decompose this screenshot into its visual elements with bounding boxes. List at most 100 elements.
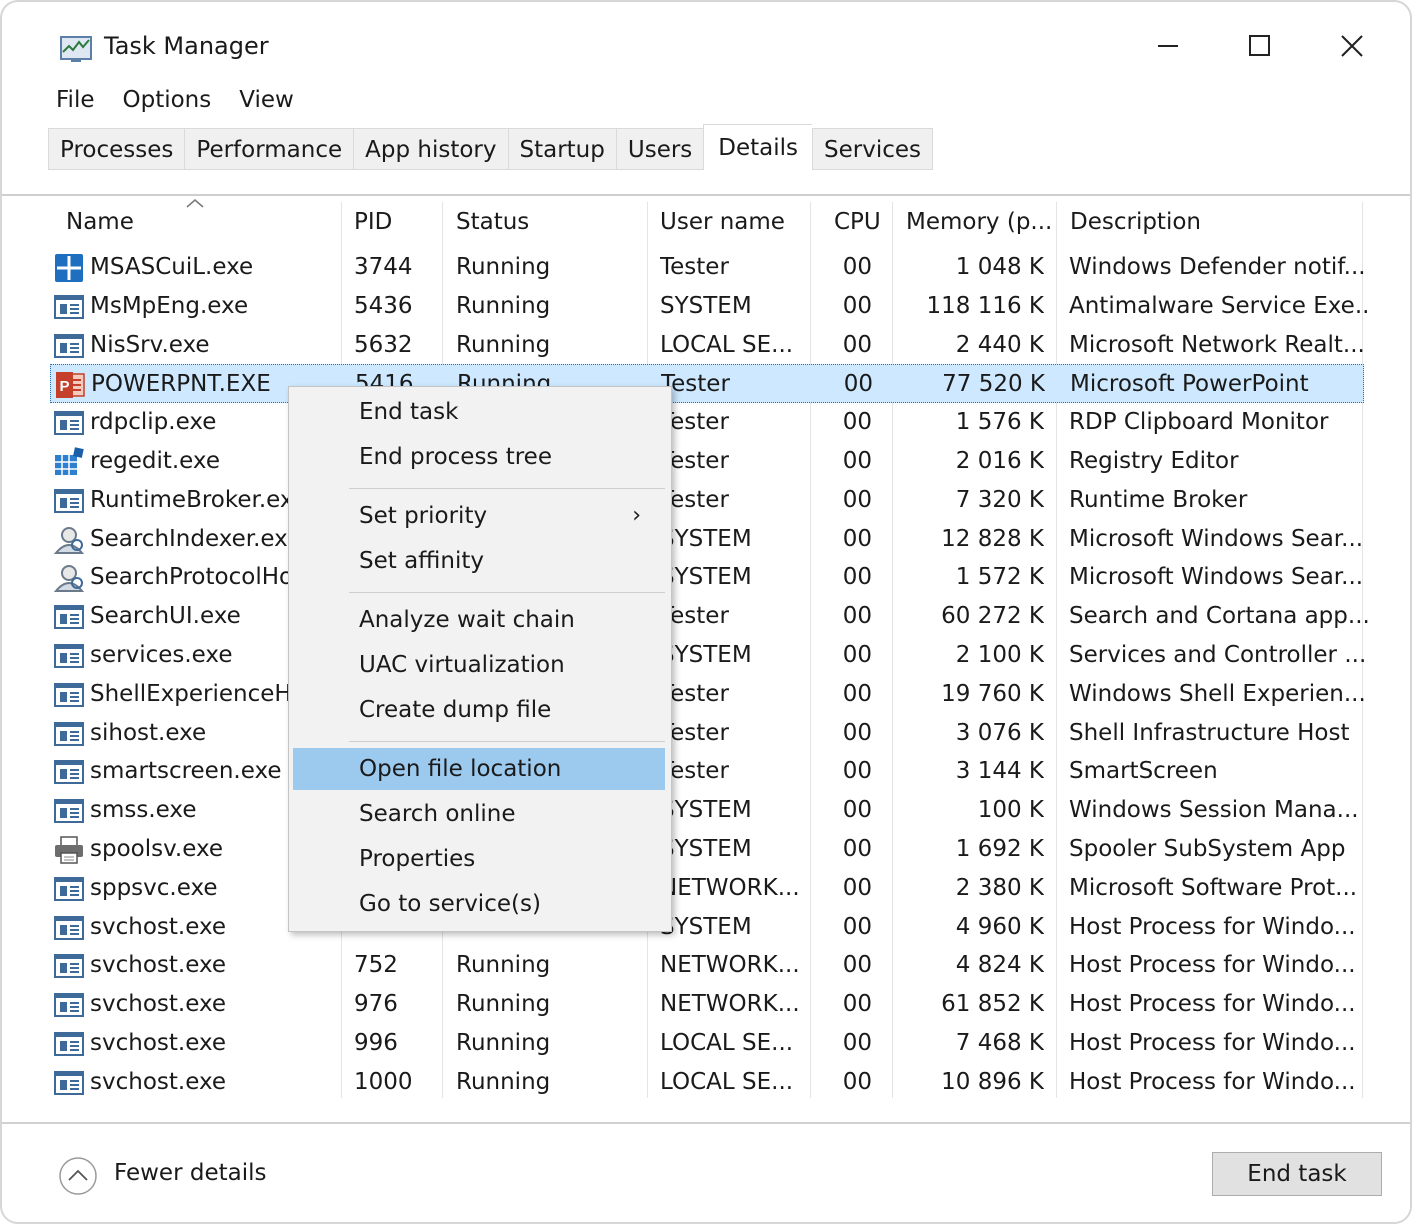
table-row[interactable]: svchost.exe 1000 Running LOCAL SE... 00 10 89…	[50, 1063, 1364, 1102]
minimize-button[interactable]	[1138, 24, 1198, 70]
process-description: Host Process for Windo...	[1069, 952, 1356, 979]
process-description: Host Process for Windo...	[1069, 991, 1356, 1018]
table-row[interactable]: sihost.exe Tester 00 3 076 K Shell Infrastru…	[50, 714, 1364, 753]
table-row[interactable]: SearchUI.exe Tester 00 60 272 K Search and C…	[50, 597, 1369, 636]
column-header-cpu[interactable]: CPU	[834, 202, 881, 242]
context-menu-properties[interactable]: Properties	[293, 838, 665, 880]
tab-startup[interactable]: Startup	[507, 128, 616, 170]
context-menu-label: Search online	[359, 801, 516, 827]
process-pid: 5436	[354, 292, 413, 319]
column-header-description[interactable]: Description	[1070, 202, 1201, 242]
context-menu-uac-virtualization[interactable]: UAC virtualization	[293, 644, 665, 686]
table-row[interactable]: svchost.exe SYSTEM 00 4 960 K Host Process f…	[50, 908, 1364, 947]
process-cpu: 00	[842, 448, 872, 474]
context-menu-label: Open file location	[359, 756, 562, 782]
context-menu-set-affinity[interactable]: Set affinity	[293, 540, 665, 582]
svg-text:P: P	[59, 378, 69, 395]
menu-options[interactable]: Options	[109, 82, 226, 118]
table-row[interactable]: svchost.exe 976 Running NETWORK... 00 61 852 …	[50, 985, 1364, 1024]
tab-services[interactable]: Services	[812, 128, 934, 170]
tab-details[interactable]: Details	[703, 124, 813, 170]
process-memory: 4 960 K	[955, 913, 1044, 940]
process-user-name: SYSTEM	[660, 797, 752, 824]
table-row[interactable]: SearchProtocolHost.exe SYSTEM 00 1 572 K Mic…	[50, 558, 1364, 597]
menu-separator	[349, 741, 665, 742]
table-row[interactable]: P POWERPNT.EXE 5416 Running Tester 00 77 520 K…	[50, 364, 1364, 404]
context-menu-go-to-service-s[interactable]: Go to service(s)	[293, 883, 665, 925]
process-name: MsMpEng.exe	[90, 292, 249, 319]
process-user-name: Tester	[660, 680, 729, 707]
column-header-user-name[interactable]: User name	[660, 202, 785, 242]
process-cpu: 00	[842, 758, 872, 785]
table-row[interactable]: smartscreen.exe Tester 00 3 144 K SmartScree…	[50, 752, 1364, 791]
tab-performance[interactable]: Performance	[184, 128, 354, 170]
table-row[interactable]: ShellExperienceHost.exeTester0019 760 KW…	[50, 675, 1366, 714]
process-user-name: SYSTEM	[660, 525, 752, 552]
table-row[interactable]: spoolsv.exe SYSTEM 00 1 692 K Spooler SubSys…	[50, 830, 1364, 869]
tab-processes[interactable]: Processes	[48, 128, 185, 170]
collapse-chevron-up-icon[interactable]	[58, 1156, 98, 1196]
context-menu-end-process-tree[interactable]: End process tree	[293, 436, 665, 478]
context-menu-end-task[interactable]: End task	[293, 391, 665, 433]
process-memory: 1 048 K	[955, 254, 1044, 280]
tab-users[interactable]: Users	[615, 128, 704, 170]
process-pid: 3744	[354, 254, 413, 280]
process-cpu: 00	[843, 371, 873, 398]
context-menu-open-file-location[interactable]: Open file location	[293, 748, 665, 790]
table-row[interactable]: MSASCuiL.exe 3744 Running Tester 00 1 048 K Wi…	[50, 248, 1366, 287]
table-row[interactable]: MsMpEng.exe 5436 Running SYSTEM 00 118 116 K A…	[50, 287, 1369, 326]
table-row[interactable]: rdpclip.exe Tester 00 1 576 K RDP Clipboard …	[50, 403, 1364, 442]
process-description: Registry Editor	[1069, 448, 1239, 474]
menu-file[interactable]: File	[42, 82, 109, 118]
context-menu-set-priority[interactable]: Set priority ›	[293, 495, 665, 537]
context-menu-search-online[interactable]: Search online	[293, 793, 665, 835]
process-cpu: 00	[842, 603, 872, 630]
table-row[interactable]: svchost.exe 752 Running NETWORK... 00 4 824 K…	[50, 946, 1364, 985]
close-button[interactable]	[1322, 24, 1382, 70]
process-description: Microsoft Network Realt...	[1069, 331, 1365, 358]
column-header-status[interactable]: Status	[456, 202, 529, 242]
column-header-name[interactable]: Name	[66, 202, 134, 242]
title-bar[interactable]: Task Manager	[2, 2, 1410, 82]
tab-app-history[interactable]: App history	[353, 128, 508, 170]
app-window-icon	[53, 951, 85, 981]
menu-view[interactable]: View	[225, 82, 308, 118]
table-row[interactable]: RuntimeBroker.exe Tester 00 7 320 K Runtime …	[50, 481, 1364, 520]
process-cpu: 00	[842, 642, 872, 668]
process-status: Running	[456, 1030, 551, 1056]
process-memory: 2 100 K	[955, 642, 1044, 668]
context-menu-label: Analyze wait chain	[359, 607, 575, 633]
table-row[interactable]: SearchIndexer.exe SYSTEM 00 12 828 K Microso…	[50, 520, 1364, 559]
search-indexer-icon	[53, 563, 85, 593]
maximize-button[interactable]	[1230, 24, 1290, 70]
context-menu-analyze-wait-chain[interactable]: Analyze wait chain	[293, 599, 665, 641]
table-row[interactable]: NisSrv.exe 5632 Running LOCAL SE... 00 2 440 …	[50, 326, 1365, 365]
fewer-details-link[interactable]: Fewer details	[114, 1160, 266, 1186]
app-window-icon	[53, 1029, 85, 1059]
context-menu-create-dump-file[interactable]: Create dump file	[293, 689, 665, 731]
process-cpu: 00	[842, 913, 872, 940]
registry-icon	[53, 447, 85, 477]
process-memory: 19 760 K	[941, 680, 1044, 707]
process-status: Running	[456, 952, 551, 979]
table-row[interactable]: sppsvc.exe NETWORK... 00 2 380 K Microsoft S…	[50, 869, 1364, 908]
table-row[interactable]: regedit.exe Tester 00 2 016 K Registry Edito…	[50, 442, 1364, 481]
process-cpu: 00	[842, 680, 872, 707]
table-row[interactable]: services.exe SYSTEM 00 2 100 K Services and …	[50, 636, 1366, 675]
column-header-memory[interactable]: Memory (p...	[906, 202, 1052, 242]
process-memory: 4 824 K	[955, 952, 1044, 979]
column-header-pid[interactable]: PID	[354, 202, 392, 242]
process-memory: 10 896 K	[941, 1068, 1044, 1095]
process-description: Spooler SubSystem App	[1069, 836, 1346, 862]
table-row[interactable]: smss.exe SYSTEM 00 100 K Windows Session Man…	[50, 791, 1364, 830]
close-icon	[1341, 35, 1363, 57]
end-task-button[interactable]: End task	[1212, 1152, 1382, 1196]
powerpoint-icon: P	[54, 370, 86, 400]
process-description: Microsoft Windows Sear...	[1069, 564, 1364, 591]
process-status: Running	[456, 331, 551, 358]
menu-separator	[349, 592, 665, 593]
process-name: svchost.exe	[90, 1030, 227, 1056]
process-memory: 7 320 K	[955, 486, 1044, 513]
table-row[interactable]: svchost.exe 996 Running LOCAL SE... 00 7 468 …	[50, 1024, 1364, 1063]
context-menu-label: Set priority	[359, 503, 488, 529]
